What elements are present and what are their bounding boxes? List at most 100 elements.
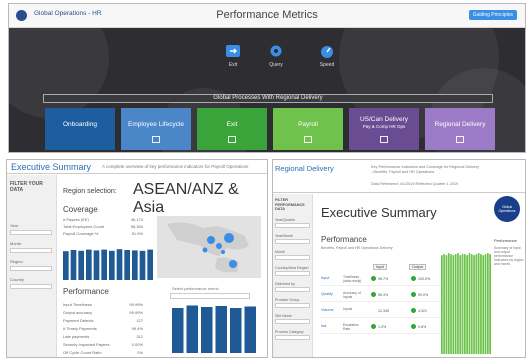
filter-dropdown[interactable]	[275, 287, 310, 292]
region-selection-label: Region selection:	[63, 188, 117, 195]
chart-bar	[147, 249, 153, 280]
row-value: 12,345	[378, 309, 389, 313]
row-key: Input Timeliness	[63, 302, 92, 307]
chart-bar	[78, 250, 84, 280]
query-label: Query	[269, 62, 283, 68]
row-metric: Escalation Rate	[343, 323, 359, 331]
gauge-icon	[321, 46, 333, 58]
row-value: 96.4%	[378, 293, 389, 297]
tile-employee-lifecycle[interactable]: Employee Lifecycle	[121, 108, 191, 150]
chart-bar	[63, 251, 69, 280]
tile-regional-delivery[interactable]: Regional Delivery	[425, 108, 495, 150]
tile-onboarding[interactable]: Onboarding	[45, 108, 115, 150]
tile-label: Exit	[226, 121, 238, 128]
filter-dropdown[interactable]	[275, 335, 310, 340]
global-processes-banner: Global Processes With Regional Delivery	[43, 94, 493, 103]
region-map[interactable]	[157, 216, 261, 278]
chart-bar	[244, 306, 256, 353]
chart-bar	[489, 254, 491, 354]
filter-dropdown[interactable]	[275, 223, 310, 228]
chart-bar	[480, 254, 482, 354]
filter-label: Month	[275, 250, 285, 254]
row-value: 4,321	[418, 309, 427, 313]
external-link-icon	[228, 136, 236, 143]
row-key: Output accuracy	[63, 310, 93, 315]
table-row: Ind. Escalation Rate 1.2% 0.8%	[321, 320, 441, 334]
perf-row: # Timely Payments 99.4%	[63, 326, 143, 332]
tile-label: Payroll	[298, 121, 318, 128]
chart-bar	[116, 249, 123, 280]
tile-us-can-delivery[interactable]: US/Can Delivery Pay & Comp HR Ops	[349, 108, 419, 150]
chart-bar	[473, 255, 475, 354]
row-value: 46,174	[130, 217, 143, 222]
row-value: 81.9%	[131, 231, 143, 236]
chart-bar	[93, 250, 100, 280]
executive-summary-panel: Executive Summary A complete overview of…	[6, 159, 268, 358]
filter-dropdown[interactable]	[275, 319, 310, 324]
chart-bar	[484, 254, 487, 354]
filter-dropdown[interactable]	[275, 239, 310, 244]
top-bar: Global Operations - HR Performance Metri…	[9, 4, 525, 28]
chart-bar	[475, 254, 478, 354]
query-nav[interactable]: Query	[254, 44, 298, 68]
filter-label: Provider Group	[275, 298, 300, 302]
chart-bar	[468, 253, 471, 354]
speed-nav[interactable]: Speed	[305, 44, 349, 68]
performance-bar-chart	[172, 305, 256, 353]
perf-row: Input Timeliness 99.99%	[63, 302, 143, 308]
tile-label: Regional Delivery	[434, 121, 486, 128]
region-dropdown[interactable]	[10, 266, 52, 271]
tile-payroll[interactable]: Payroll	[273, 108, 343, 150]
chart-bar	[459, 255, 462, 354]
chart-bar	[466, 255, 468, 354]
country-dropdown[interactable]	[10, 284, 52, 289]
coverage-row: # Payees (EE) 46,174	[63, 217, 143, 223]
performance-subheading: Benefits, Payroll and HR Operations Deli…	[321, 246, 393, 250]
row-metric: Accuracy of Inputs	[343, 291, 361, 299]
output-toggle[interactable]: Output	[409, 264, 426, 270]
row-key: Payment Defects	[63, 318, 94, 323]
row-value: 99.99%	[129, 310, 143, 315]
tile-exit[interactable]: Exit	[197, 108, 267, 150]
filter-label: Month	[10, 241, 22, 246]
filter-label: Year	[10, 223, 19, 228]
right-panel-text: Summary of input and output performance …	[494, 246, 524, 266]
filter-label: Process Category	[275, 330, 304, 334]
speed-label: Speed	[319, 62, 335, 68]
chart-bar	[443, 254, 445, 354]
year-dropdown[interactable]	[10, 230, 52, 235]
input-toggle[interactable]: Input	[373, 264, 387, 270]
coverage-heading: Coverage	[63, 205, 98, 214]
exit-nav[interactable]: Exit	[211, 44, 255, 68]
filter-sidebar: FILTER PERFORMANCE DATA Year/Quarter Yea…	[273, 194, 313, 357]
executive-summary-title: Executive Summary	[321, 205, 437, 220]
month-dropdown[interactable]	[10, 248, 52, 253]
filter-label: Delivered by	[275, 282, 295, 286]
table-row: Volume Inputs 12,345 4,321	[321, 304, 441, 318]
guiding-principles-button[interactable]: Guiding Principles	[468, 10, 517, 20]
hero-banner: Exit Query Speed Global Processes With R…	[9, 28, 525, 152]
row-value: 100.0%	[418, 277, 431, 281]
regional-bar-chart	[441, 253, 491, 354]
metric-dropdown[interactable]	[170, 293, 250, 299]
filter-label: Country	[10, 277, 25, 282]
filter-dropdown[interactable]	[275, 303, 310, 308]
filter-dropdown[interactable]	[275, 255, 310, 260]
panel-title: Regional Delivery	[275, 164, 334, 173]
external-link-icon	[304, 136, 312, 143]
select-metric-label: Select performance metric	[172, 286, 219, 291]
row-category: Quality	[321, 292, 333, 296]
row-key: # Payees (EE)	[63, 217, 89, 222]
filter-label: Site Name	[275, 314, 292, 318]
performance-heading: Performance	[321, 235, 367, 244]
coverage-bar-chart	[63, 249, 153, 280]
status-dot-icon	[411, 324, 416, 329]
perf-row: Severity Impacted Payees 0.00%	[63, 342, 143, 348]
perf-row: Late payments 312	[63, 334, 143, 340]
chart-bar	[186, 305, 198, 353]
filter-dropdown[interactable]	[275, 271, 310, 276]
chart-bar	[201, 307, 213, 353]
status-dot-icon	[371, 276, 376, 281]
perf-row: Off Cycle Count Ratio 0%	[63, 350, 143, 356]
status-dot-icon	[411, 308, 416, 313]
